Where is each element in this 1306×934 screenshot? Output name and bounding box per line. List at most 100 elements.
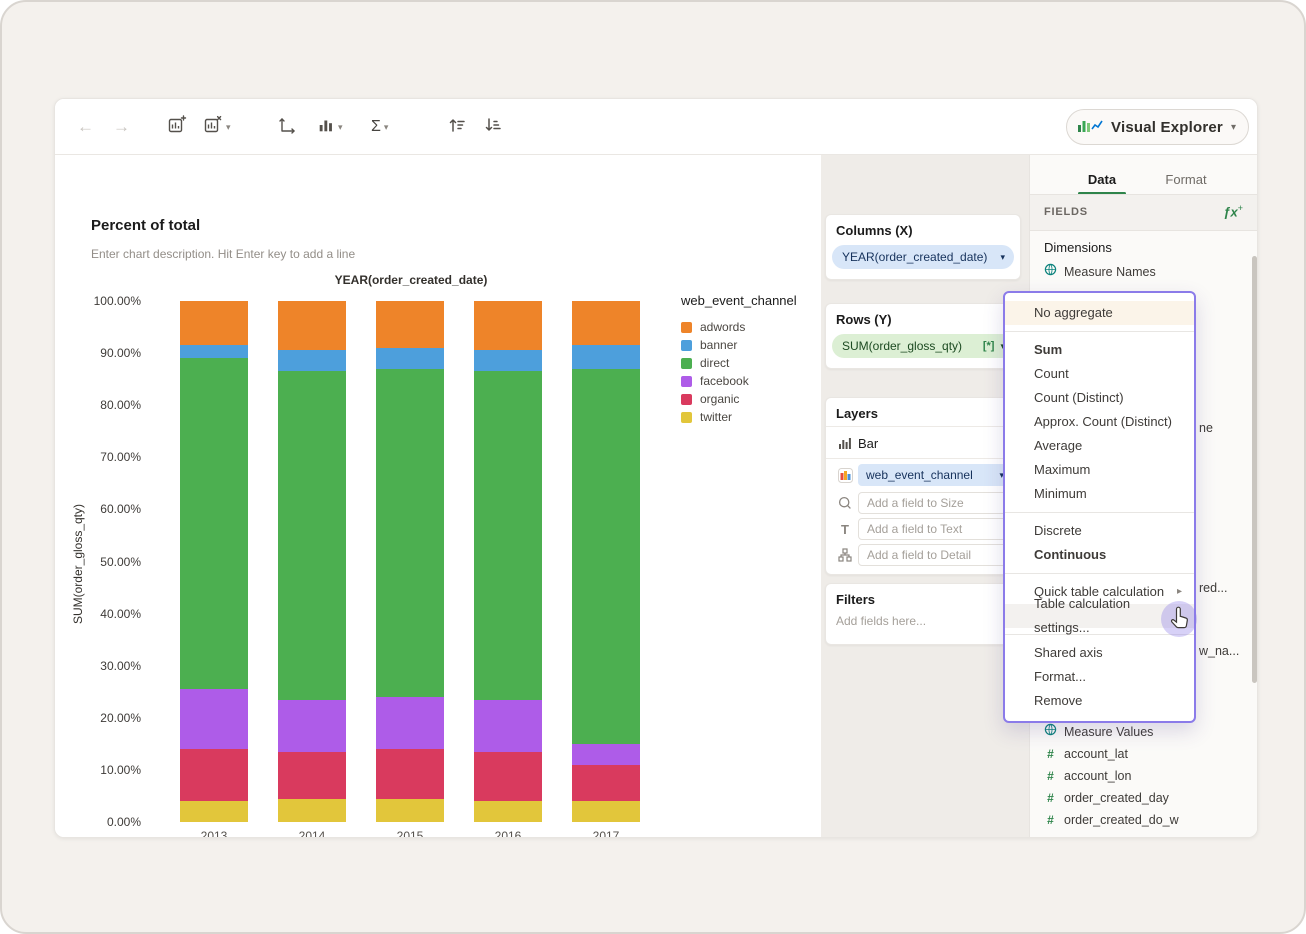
bar-segment-organic-2013[interactable] <box>180 749 248 802</box>
field-item-account-lat[interactable]: # account_lat <box>1044 743 1244 765</box>
filters-drop-area[interactable]: Add fields here... <box>836 614 926 628</box>
mark-type-row[interactable]: Bar <box>826 430 1020 456</box>
obscured-field-fragment: w_na... <box>1199 644 1240 658</box>
menu-item-discrete[interactable]: Discrete <box>1005 519 1194 543</box>
menu-item-format[interactable]: Format... <box>1005 665 1194 689</box>
bar-segment-banner-2017[interactable] <box>572 345 640 369</box>
menu-item-table-calculation-settings[interactable]: Table calculation settings... <box>1005 596 1194 635</box>
bar-segment-twitter-2014[interactable] <box>278 798 346 822</box>
menu-item-remove[interactable]: Remove <box>1005 689 1194 713</box>
bar-segment-twitter-2013[interactable] <box>180 801 248 822</box>
bar-segment-twitter-2016[interactable] <box>474 801 542 822</box>
sigma-icon: Σ <box>371 118 381 135</box>
menu-item-sum[interactable]: Sum <box>1005 338 1194 362</box>
menu-item-label: Table calculation settings... <box>1034 596 1131 635</box>
bar-segment-direct-2016[interactable] <box>474 371 542 700</box>
bar-segment-banner-2013[interactable] <box>180 345 248 359</box>
field-item-measure-names[interactable]: Measure Names <box>1044 261 1244 283</box>
size-field-input[interactable]: Add a field to Size <box>858 492 1012 514</box>
bar-segment-adwords-2016[interactable] <box>474 301 542 351</box>
menu-item-minimum[interactable]: Minimum <box>1005 482 1194 506</box>
visual-explorer-menu[interactable]: Visual Explorer ▾ <box>1066 109 1249 145</box>
widget-title[interactable]: Percent of total <box>91 217 200 234</box>
menu-item-continuous[interactable]: Continuous <box>1005 543 1194 567</box>
add-formula-field-button[interactable]: ƒx+ <box>1223 203 1243 219</box>
bar-segment-direct-2015[interactable] <box>376 368 444 697</box>
rows-pill[interactable]: SUM(order_gloss_qty) [*] ▾ <box>832 334 1014 358</box>
field-item-account-lon[interactable]: # account_lon <box>1044 765 1244 787</box>
swap-axes-button[interactable] <box>277 115 297 139</box>
table-calc-badge: [*] <box>982 340 995 352</box>
bar-segment-facebook-2013[interactable] <box>180 689 248 750</box>
chart-type-button[interactable]: ▾ <box>317 115 343 139</box>
menu-item-approx-count-distinct[interactable]: Approx. Count (Distinct) <box>1005 410 1194 434</box>
duplicate-chart-button[interactable] <box>167 114 187 139</box>
aggregate-button[interactable]: Σ ▾ <box>371 115 388 139</box>
legend-item-facebook[interactable]: facebook <box>681 372 817 390</box>
bar-segment-direct-2013[interactable] <box>180 358 248 690</box>
menu-item-count[interactable]: Count <box>1005 362 1194 386</box>
field-item-order-created-do-w[interactable]: # order_created_do_w <box>1044 809 1244 831</box>
bar-segment-twitter-2015[interactable] <box>376 798 444 822</box>
bar-segment-banner-2014[interactable] <box>278 350 346 372</box>
rows-shelf-header: Rows (Y) <box>836 312 892 327</box>
menu-item-maximum[interactable]: Maximum <box>1005 458 1194 482</box>
bar-segment-organic-2016[interactable] <box>474 751 542 802</box>
legend-item-banner[interactable]: banner <box>681 336 817 354</box>
bar-segment-organic-2017[interactable] <box>572 764 640 802</box>
bar-segment-adwords-2014[interactable] <box>278 301 346 351</box>
field-item-order-created-day[interactable]: # order_created_day <box>1044 787 1244 809</box>
color-pill-label: web_event_channel <box>866 468 973 482</box>
sort-ascending-button[interactable] <box>447 115 467 139</box>
color-pill[interactable]: web_event_channel ▾ <box>858 464 1012 486</box>
legend-item-organic[interactable]: organic <box>681 390 817 408</box>
legend-item-direct[interactable]: direct <box>681 354 817 372</box>
bar-segment-facebook-2014[interactable] <box>278 699 346 752</box>
menu-item-no-aggregate[interactable]: No aggregate <box>1005 301 1194 325</box>
number-field-icon: # <box>1047 769 1054 783</box>
forward-button[interactable]: → <box>113 115 130 139</box>
bar-segment-banner-2015[interactable] <box>376 347 444 369</box>
tab-format[interactable]: Format <box>1152 165 1220 195</box>
columns-shelf: Columns (X) YEAR(order_created_date) ▾ <box>825 214 1021 280</box>
bar-segment-banner-2016[interactable] <box>474 350 542 372</box>
chevron-down-icon[interactable]: ▾ <box>1000 252 1005 263</box>
bar-segment-adwords-2015[interactable] <box>376 301 444 348</box>
fields-scrollbar[interactable] <box>1252 256 1257 683</box>
chart-type-icon <box>317 116 335 139</box>
field-item-measure-values[interactable]: Measure Values <box>1044 721 1244 743</box>
back-button[interactable]: ← <box>77 115 94 139</box>
detail-field-input[interactable]: Add a field to Detail <box>858 544 1012 566</box>
sort-descending-button[interactable] <box>483 115 503 139</box>
y-axis-tick-label: 30.00% <box>100 658 141 673</box>
legend-swatch-twitter <box>681 411 692 423</box>
bar-segment-adwords-2017[interactable] <box>572 301 640 346</box>
menu-item-count-distinct[interactable]: Count (Distinct) <box>1005 386 1194 410</box>
legend-item-adwords[interactable]: adwords <box>681 318 817 336</box>
bar-segment-direct-2014[interactable] <box>278 371 346 700</box>
tab-data[interactable]: Data <box>1070 165 1134 195</box>
y-axis-tick-label: 80.00% <box>100 398 141 413</box>
bar-segment-facebook-2016[interactable] <box>474 699 542 752</box>
y-axis-tick-label: 20.00% <box>100 710 141 725</box>
bar-segment-organic-2014[interactable] <box>278 751 346 799</box>
bar-segment-facebook-2017[interactable] <box>572 743 640 765</box>
legend-label: organic <box>700 392 740 406</box>
menu-item-shared-axis[interactable]: Shared axis <box>1005 641 1194 665</box>
bar-segment-facebook-2015[interactable] <box>376 696 444 750</box>
sort-ascending-icon <box>447 115 467 140</box>
text-field-input[interactable]: Add a field to Text <box>858 518 1012 540</box>
y-axis-tick-label: 50.00% <box>100 554 141 569</box>
menu-item-label: No aggregate <box>1034 305 1113 320</box>
legend-item-twitter[interactable]: twitter <box>681 408 817 426</box>
layers-shelf-header: Layers <box>836 406 878 421</box>
size-shelf-icon <box>837 496 853 510</box>
bar-segment-direct-2017[interactable] <box>572 368 640 744</box>
widget-description-placeholder[interactable]: Enter chart description. Hit Enter key t… <box>91 247 355 261</box>
bar-segment-adwords-2013[interactable] <box>180 301 248 346</box>
bar-segment-twitter-2017[interactable] <box>572 801 640 822</box>
bar-segment-organic-2015[interactable] <box>376 749 444 799</box>
menu-item-average[interactable]: Average <box>1005 434 1194 458</box>
columns-pill[interactable]: YEAR(order_created_date) ▾ <box>832 245 1014 269</box>
delete-chart-button[interactable]: ▾ <box>203 115 231 139</box>
